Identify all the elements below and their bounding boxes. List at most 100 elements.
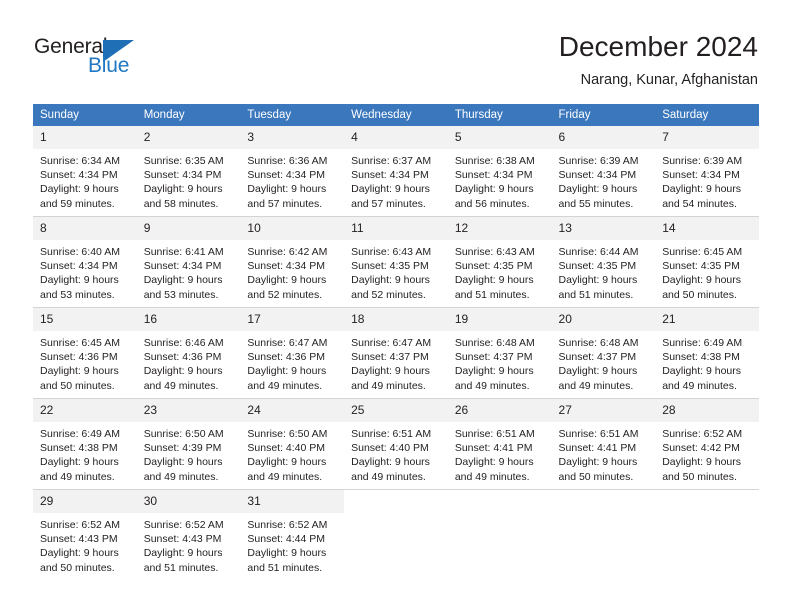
- day-cell[interactable]: 2 Sunrise: 6:35 AM Sunset: 4:34 PM Dayli…: [136, 126, 241, 217]
- day-number: 13: [551, 217, 656, 240]
- day-cell[interactable]: 8 Sunrise: 6:40 AM Sunset: 4:34 PM Dayli…: [33, 216, 137, 308]
- day-cell[interactable]: 9 Sunrise: 6:41 AM Sunset: 4:34 PM Dayli…: [136, 216, 241, 308]
- day-number: 15: [33, 308, 137, 331]
- day-number: 7: [655, 126, 759, 149]
- day-number: 5: [447, 126, 552, 149]
- day-number: 18: [344, 308, 448, 331]
- daylight-text-line2: and 49 minutes.: [662, 379, 737, 392]
- daylight-text-line1: Daylight: 9 hours: [454, 183, 534, 196]
- week-row: 1 Sunrise: 6:34 AM Sunset: 4:34 PM Dayli…: [33, 126, 759, 217]
- day-cell-empty: [344, 489, 448, 580]
- daylight-text-line1: Daylight: 9 hours: [662, 365, 742, 378]
- day-number: 19: [447, 308, 552, 331]
- day-cell[interactable]: 14 Sunrise: 6:45 AM Sunset: 4:35 PM Dayl…: [655, 216, 759, 308]
- day-cell[interactable]: 16 Sunrise: 6:46 AM Sunset: 4:36 PM Dayl…: [136, 307, 241, 399]
- day-cell[interactable]: 10 Sunrise: 6:42 AM Sunset: 4:34 PM Dayl…: [240, 216, 345, 308]
- day-cell[interactable]: 15 Sunrise: 6:45 AM Sunset: 4:36 PM Dayl…: [33, 307, 137, 399]
- day-cell[interactable]: 21 Sunrise: 6:49 AM Sunset: 4:38 PM Dayl…: [655, 307, 759, 399]
- daylight-text-line1: Daylight: 9 hours: [247, 365, 327, 378]
- sunrise-text: Sunrise: 6:37 AM: [351, 155, 432, 167]
- sunrise-text: Sunrise: 6:51 AM: [558, 428, 639, 440]
- day-cell[interactable]: 4 Sunrise: 6:37 AM Sunset: 4:34 PM Dayli…: [344, 126, 448, 217]
- day-info: Sunrise: 6:45 AM Sunset: 4:36 PM Dayligh…: [33, 331, 137, 393]
- day-number: 2: [136, 126, 241, 149]
- daylight-text-line2: and 51 minutes.: [247, 561, 323, 574]
- day-cell[interactable]: 7 Sunrise: 6:39 AM Sunset: 4:34 PM Dayli…: [655, 126, 759, 217]
- day-number: 23: [136, 399, 241, 422]
- day-cell[interactable]: 23 Sunrise: 6:50 AM Sunset: 4:39 PM Dayl…: [136, 398, 241, 490]
- day-info: Sunrise: 6:45 AM Sunset: 4:35 PM Dayligh…: [655, 240, 759, 302]
- day-cell[interactable]: 19 Sunrise: 6:48 AM Sunset: 4:37 PM Dayl…: [447, 307, 552, 399]
- day-cell[interactable]: 26 Sunrise: 6:51 AM Sunset: 4:41 PM Dayl…: [447, 398, 552, 490]
- day-cell-empty: [655, 489, 759, 580]
- daylight-text-line2: and 49 minutes.: [247, 470, 323, 483]
- daylight-text-line1: Daylight: 9 hours: [40, 365, 119, 378]
- day-cell[interactable]: 20 Sunrise: 6:48 AM Sunset: 4:37 PM Dayl…: [551, 307, 656, 399]
- day-info: Sunrise: 6:34 AM Sunset: 4:34 PM Dayligh…: [33, 149, 137, 211]
- daylight-text-line2: and 59 minutes.: [40, 197, 115, 210]
- sunrise-text: Sunrise: 6:51 AM: [454, 428, 535, 440]
- sunset-text: Sunset: 4:34 PM: [558, 169, 637, 182]
- day-cell[interactable]: 6 Sunrise: 6:39 AM Sunset: 4:34 PM Dayli…: [551, 126, 656, 217]
- weekday-header-tuesday: Tuesday: [240, 104, 345, 126]
- sunset-text: Sunset: 4:34 PM: [351, 169, 429, 182]
- day-cell[interactable]: 27 Sunrise: 6:51 AM Sunset: 4:41 PM Dayl…: [551, 398, 656, 490]
- sunrise-text: Sunrise: 6:52 AM: [143, 519, 224, 531]
- day-info: Sunrise: 6:43 AM Sunset: 4:35 PM Dayligh…: [448, 240, 552, 302]
- day-cell[interactable]: 3 Sunrise: 6:36 AM Sunset: 4:34 PM Dayli…: [240, 126, 345, 217]
- sunset-text: Sunset: 4:38 PM: [40, 442, 118, 455]
- daylight-text-line2: and 49 minutes.: [40, 470, 115, 483]
- day-number: 9: [136, 217, 241, 240]
- day-number: 21: [655, 308, 759, 331]
- day-number: 11: [344, 217, 448, 240]
- day-cell[interactable]: 28 Sunrise: 6:52 AM Sunset: 4:42 PM Dayl…: [655, 398, 759, 490]
- day-cell[interactable]: 1 Sunrise: 6:34 AM Sunset: 4:34 PM Dayli…: [33, 126, 137, 217]
- weekday-header-monday: Monday: [136, 104, 241, 126]
- daylight-text-line2: and 49 minutes.: [143, 379, 219, 392]
- day-cell[interactable]: 31 Sunrise: 6:52 AM Sunset: 4:44 PM Dayl…: [240, 489, 345, 580]
- sunset-text: Sunset: 4:34 PM: [662, 169, 740, 182]
- sunrise-text: Sunrise: 6:45 AM: [662, 246, 743, 258]
- day-cell[interactable]: 18 Sunrise: 6:47 AM Sunset: 4:37 PM Dayl…: [344, 307, 448, 399]
- day-cell[interactable]: 17 Sunrise: 6:47 AM Sunset: 4:36 PM Dayl…: [240, 307, 345, 399]
- daylight-text-line1: Daylight: 9 hours: [558, 183, 638, 196]
- general-blue-logo[interactable]: General Blue: [34, 36, 164, 82]
- weekday-header-thursday: Thursday: [447, 104, 552, 126]
- day-cell[interactable]: 30 Sunrise: 6:52 AM Sunset: 4:43 PM Dayl…: [136, 489, 241, 580]
- daylight-text-line1: Daylight: 9 hours: [351, 183, 430, 196]
- calendar-page: General Blue December 2024 Narang, Kunar…: [0, 0, 792, 612]
- sunset-text: Sunset: 4:40 PM: [247, 442, 326, 455]
- daylight-text-line2: and 51 minutes.: [558, 288, 634, 301]
- week-row: 8 Sunrise: 6:40 AM Sunset: 4:34 PM Dayli…: [33, 216, 759, 308]
- day-cell[interactable]: 29 Sunrise: 6:52 AM Sunset: 4:43 PM Dayl…: [33, 489, 137, 580]
- day-info: Sunrise: 6:46 AM Sunset: 4:36 PM Dayligh…: [137, 331, 241, 393]
- daylight-text-line2: and 50 minutes.: [662, 470, 737, 483]
- sunset-text: Sunset: 4:35 PM: [351, 260, 429, 273]
- daylight-text-line2: and 50 minutes.: [558, 470, 634, 483]
- daylight-text-line2: and 49 minutes.: [247, 379, 323, 392]
- daylight-text-line2: and 51 minutes.: [454, 288, 530, 301]
- day-cell[interactable]: 24 Sunrise: 6:50 AM Sunset: 4:40 PM Dayl…: [240, 398, 345, 490]
- day-cell[interactable]: 11 Sunrise: 6:43 AM Sunset: 4:35 PM Dayl…: [344, 216, 448, 308]
- daylight-text-line2: and 49 minutes.: [454, 470, 530, 483]
- sunset-text: Sunset: 4:34 PM: [247, 260, 326, 273]
- sunset-text: Sunset: 4:34 PM: [143, 169, 222, 182]
- daylight-text-line2: and 49 minutes.: [143, 470, 219, 483]
- sunset-text: Sunset: 4:41 PM: [454, 442, 533, 455]
- day-cell[interactable]: 5 Sunrise: 6:38 AM Sunset: 4:34 PM Dayli…: [447, 126, 552, 217]
- day-info: Sunrise: 6:52 AM Sunset: 4:44 PM Dayligh…: [240, 513, 344, 575]
- day-number: 14: [655, 217, 759, 240]
- day-cell-empty: [447, 489, 552, 580]
- day-cell[interactable]: 25 Sunrise: 6:51 AM Sunset: 4:40 PM Dayl…: [344, 398, 448, 490]
- day-cell[interactable]: 12 Sunrise: 6:43 AM Sunset: 4:35 PM Dayl…: [447, 216, 552, 308]
- daylight-text-line2: and 57 minutes.: [351, 197, 426, 210]
- day-cell[interactable]: 22 Sunrise: 6:49 AM Sunset: 4:38 PM Dayl…: [33, 398, 137, 490]
- day-info: Sunrise: 6:47 AM Sunset: 4:37 PM Dayligh…: [344, 331, 448, 393]
- daylight-text-line1: Daylight: 9 hours: [40, 456, 119, 469]
- daylight-text-line2: and 58 minutes.: [143, 197, 219, 210]
- sunrise-text: Sunrise: 6:47 AM: [351, 337, 432, 349]
- day-info: Sunrise: 6:44 AM Sunset: 4:35 PM Dayligh…: [552, 240, 656, 302]
- daylight-text-line2: and 49 minutes.: [351, 470, 426, 483]
- weekday-header-friday: Friday: [551, 104, 656, 126]
- day-cell[interactable]: 13 Sunrise: 6:44 AM Sunset: 4:35 PM Dayl…: [551, 216, 656, 308]
